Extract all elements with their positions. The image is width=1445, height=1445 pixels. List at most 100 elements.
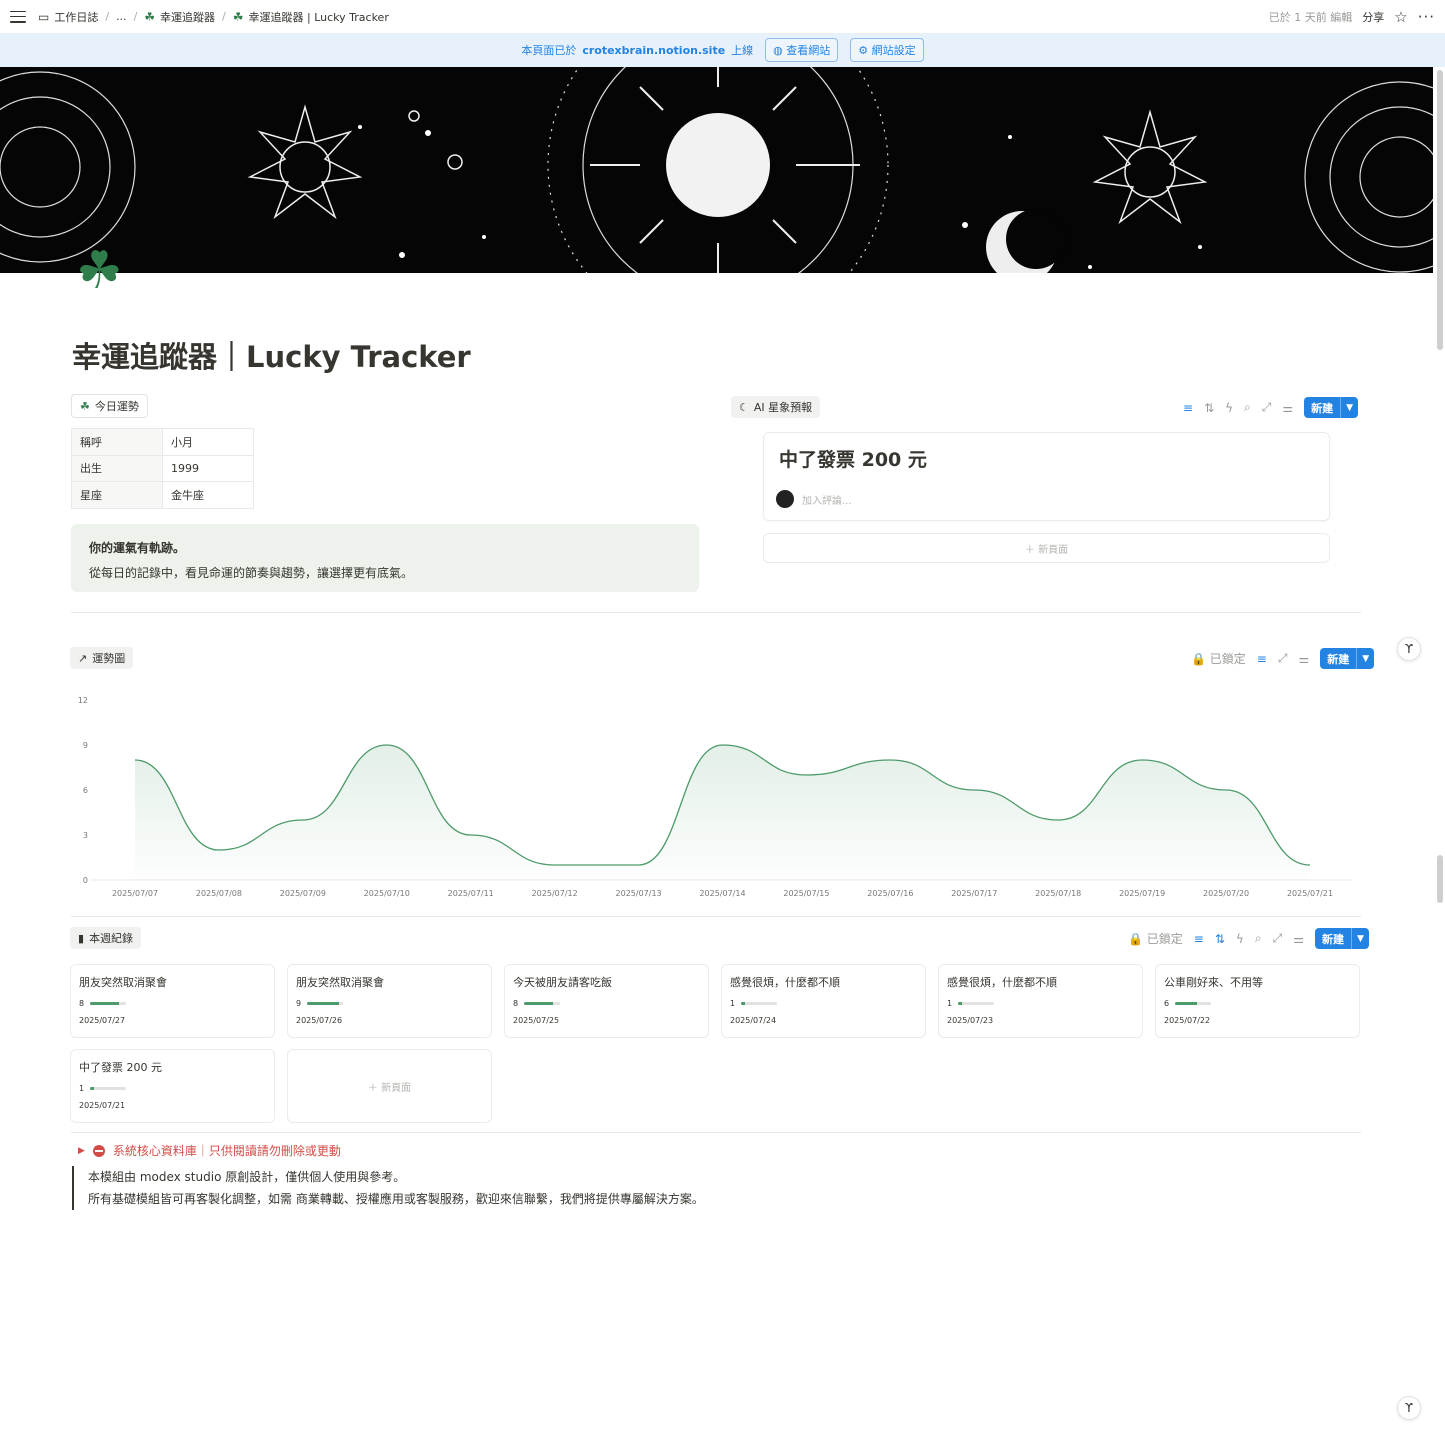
data-point[interactable]	[800, 769, 812, 781]
score-bar	[741, 1001, 778, 1005]
data-point[interactable]	[1220, 784, 1232, 796]
data-point[interactable]	[297, 814, 309, 826]
expand-icon[interactable]: ⤢	[1262, 400, 1272, 415]
clover-icon: ☘	[144, 9, 156, 24]
card-title: 朋友突然取消聚會	[79, 976, 167, 989]
settings-icon[interactable]: ⚌	[1298, 652, 1309, 666]
data-point[interactable]	[717, 739, 729, 751]
card-title: 中了發票 200 元	[779, 449, 927, 471]
filter-icon[interactable]: ≡	[1194, 932, 1204, 946]
callout-body: 從每日的記錄中，看見命運的節奏與趨勢，讓選擇更有底氣。	[89, 566, 414, 580]
breadcrumb-item-ellipsis[interactable]: ...	[116, 10, 127, 23]
top-bar: ▭ 工作日誌 / ... / ☘ 幸運追蹤器 / ☘ 幸運追蹤器 | Lucky…	[0, 0, 1445, 33]
chevron-down-icon[interactable]: ▼	[1350, 928, 1369, 949]
gallery-card[interactable]: 公車剛好來、不用等 6 2025/07/22	[1155, 964, 1360, 1038]
locked-indicator[interactable]: 🔒 已鎖定	[1128, 930, 1183, 947]
more-options-icon[interactable]: ···	[1418, 8, 1435, 26]
ai-forecast-chip[interactable]: ☾ AI 星象預報	[731, 396, 821, 418]
x-tick-label: 2025/07/18	[1035, 889, 1081, 898]
plus-icon: ＋	[367, 1082, 378, 1094]
clover-page-icon[interactable]: ☘	[76, 245, 123, 297]
comment-row[interactable]: 加入評論...	[776, 490, 852, 508]
new-button[interactable]: 新建 ▼	[1304, 397, 1359, 418]
data-point[interactable]	[549, 859, 561, 871]
score-bar-fill	[958, 1001, 962, 1005]
table-cell-value[interactable]: 1999	[162, 454, 254, 482]
clover-icon: ☘	[80, 399, 90, 413]
ai-assistant-icon[interactable]: ϒ	[1397, 637, 1421, 661]
new-page-button[interactable]: ＋ 新頁面	[763, 533, 1330, 563]
menu-icon[interactable]	[10, 10, 26, 23]
locked-label: 已鎖定	[1146, 932, 1183, 946]
data-point[interactable]	[884, 754, 896, 766]
score-row: 8	[79, 998, 266, 1008]
trend-label: 運勢圖	[92, 652, 126, 665]
search-icon[interactable]: ⌕	[1244, 400, 1251, 415]
filter-icon[interactable]: ≡	[1257, 652, 1267, 666]
sort-icon[interactable]: ⇅	[1215, 932, 1225, 946]
x-tick-label: 2025/07/16	[867, 889, 913, 898]
data-point[interactable]	[1052, 814, 1064, 826]
card-date: 2025/07/27	[79, 1016, 126, 1025]
locked-indicator[interactable]: 🔒 已鎖定	[1191, 650, 1246, 667]
search-icon[interactable]: ⌕	[1255, 931, 1262, 946]
data-point[interactable]	[213, 844, 225, 856]
site-settings-button[interactable]: ⚙ 網站設定	[850, 38, 924, 62]
breadcrumb-item-worklog[interactable]: 工作日誌	[54, 9, 98, 25]
data-point[interactable]	[129, 754, 141, 766]
data-point[interactable]	[381, 739, 393, 751]
ai-assistant-icon[interactable]: ϒ	[1397, 1396, 1421, 1420]
settings-icon[interactable]: ⚌	[1282, 401, 1293, 415]
ai-forecast-card[interactable]: 中了發票 200 元 加入評論...	[763, 432, 1330, 521]
score-value: 1	[730, 998, 736, 1008]
breadcrumb-item-current[interactable]: 幸運追蹤器 | Lucky Tracker	[249, 9, 389, 25]
gallery-card[interactable]: 朋友突然取消聚會 8 2025/07/27	[70, 964, 275, 1038]
table-cell-value[interactable]: 金牛座	[162, 481, 254, 509]
line-chart-icon: ↗	[78, 651, 88, 665]
banner-suffix: 上線	[731, 44, 754, 57]
trend-chip[interactable]: ↗ 運勢圖	[70, 647, 134, 669]
score-bar	[958, 1001, 995, 1005]
share-button[interactable]: 分享	[1362, 9, 1384, 25]
card-date: 2025/07/24	[730, 1016, 777, 1025]
table-row: 出生 1999	[71, 454, 254, 482]
favorite-star-icon[interactable]: ☆	[1394, 8, 1407, 26]
chevron-down-icon[interactable]: ▼	[1356, 648, 1374, 669]
data-point[interactable]	[633, 859, 645, 871]
automation-icon[interactable]: ϟ	[1225, 401, 1233, 415]
triangle-right-icon[interactable]: ▶	[78, 1146, 85, 1156]
gallery-card[interactable]: 中了發票 200 元 1 2025/07/21	[70, 1049, 275, 1123]
gallery-card[interactable]: 今天被朋友請客吃飯 8 2025/07/25	[504, 964, 709, 1038]
gallery-card[interactable]: 感覺很煩，什麼都不順 1 2025/07/23	[938, 964, 1143, 1038]
new-page-button[interactable]: ＋ 新頁面	[287, 1049, 492, 1123]
gallery-card[interactable]: 感覺很煩，什麼都不順 1 2025/07/24	[721, 964, 926, 1038]
automation-icon[interactable]: ϟ	[1236, 932, 1244, 946]
settings-icon[interactable]: ⚌	[1293, 932, 1304, 946]
data-point[interactable]	[465, 829, 477, 841]
today-fortune-chip[interactable]: ☘ 今日運勢	[71, 394, 148, 418]
scrollbar-thumb[interactable]	[1437, 70, 1443, 350]
banner-site-link[interactable]: crotexbrain.notion.site	[582, 44, 725, 57]
data-point[interactable]	[1304, 859, 1316, 871]
gallery-card[interactable]: 朋友突然取消聚會 9 2025/07/26	[287, 964, 492, 1038]
core-database-toggle[interactable]: ▶ 系統核心資料庫｜只供閱讀請勿刪除或更動	[78, 1142, 341, 1159]
page-title[interactable]: 幸運追蹤器｜Lucky Tracker	[72, 334, 471, 376]
chevron-down-icon[interactable]: ▼	[1340, 397, 1358, 418]
comment-placeholder: 加入評論...	[802, 495, 852, 507]
new-button[interactable]: 新建 ▼	[1320, 648, 1375, 669]
data-point[interactable]	[968, 784, 980, 796]
ai-forecast-label: AI 星象預報	[753, 401, 813, 414]
view-site-button[interactable]: ◍ 查看網站	[765, 38, 839, 62]
new-button[interactable]: 新建 ▼	[1314, 928, 1369, 949]
x-tick-label: 2025/07/12	[532, 889, 578, 898]
week-records-chip[interactable]: ▮ 本週紀錄	[70, 927, 142, 949]
table-cell-value[interactable]: 小月	[162, 428, 254, 456]
scrollbar-thumb-lower[interactable]	[1437, 855, 1443, 903]
expand-icon[interactable]: ⤢	[1278, 651, 1288, 666]
expand-icon[interactable]: ⤢	[1273, 931, 1283, 946]
sort-icon[interactable]: ⇅	[1204, 401, 1214, 415]
data-point[interactable]	[1136, 754, 1148, 766]
breadcrumb-item-tracker[interactable]: 幸運追蹤器	[160, 9, 215, 25]
filter-icon[interactable]: ≡	[1183, 401, 1193, 415]
x-tick-label: 2025/07/09	[280, 889, 326, 898]
